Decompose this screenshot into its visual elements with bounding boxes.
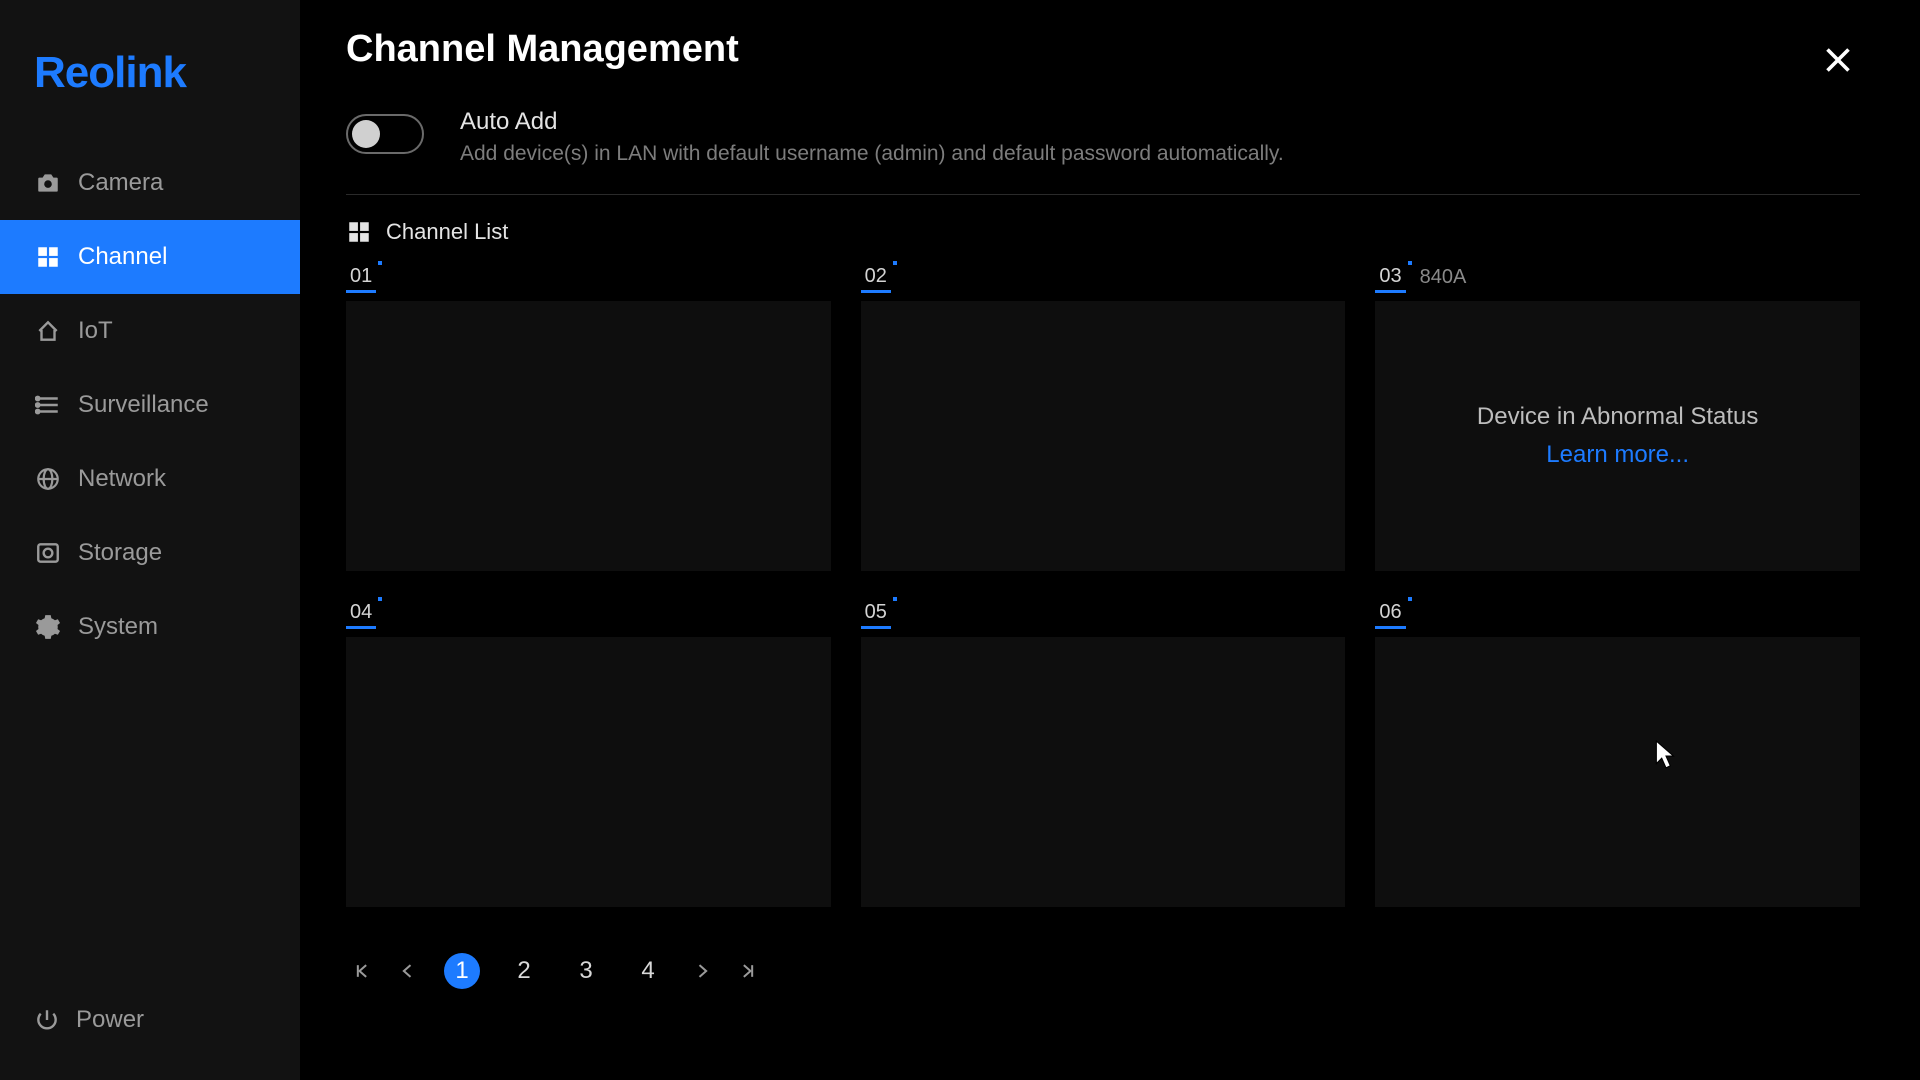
channel-number-badge[interactable]: 01 xyxy=(346,265,376,293)
channel-name-label: 840A xyxy=(1420,266,1467,293)
page-number-button[interactable]: 4 xyxy=(630,953,666,989)
sidebar-item-label: Camera xyxy=(78,169,163,197)
channel-preview[interactable] xyxy=(1375,637,1860,907)
pagination: 1234 xyxy=(346,953,1860,989)
sidebar-item-surveillance[interactable]: Surveillance xyxy=(0,368,300,442)
channel-number-badge[interactable]: 02 xyxy=(861,265,891,293)
channel-cell: 01 xyxy=(346,259,831,571)
sidebar-item-label: Network xyxy=(78,465,166,493)
sidebar-item-camera[interactable]: Camera xyxy=(0,146,300,220)
iot-icon xyxy=(34,317,62,345)
main-panel: Channel Management Auto Add Add device(s… xyxy=(300,0,1920,1080)
channel-cell: 03 840A Device in Abnormal Status Learn mor… xyxy=(1375,259,1860,571)
sidebar-item-label: Channel xyxy=(78,243,167,271)
close-icon xyxy=(1820,42,1856,78)
page-number-button[interactable]: 2 xyxy=(506,953,542,989)
page-prev-button[interactable] xyxy=(398,961,418,981)
channel-list-header: Channel List xyxy=(346,219,1860,245)
sidebar-item-label: Surveillance xyxy=(78,391,209,419)
sidebar-item-label: Storage xyxy=(78,539,162,567)
sidebar-item-channel[interactable]: Channel xyxy=(0,220,300,294)
learn-more-link[interactable]: Learn more... xyxy=(1546,441,1689,469)
auto-add-description: Add device(s) in LAN with default userna… xyxy=(460,142,1284,166)
channel-number-badge[interactable]: 06 xyxy=(1375,601,1405,629)
close-button[interactable] xyxy=(1816,38,1860,82)
sidebar: Reolink Camera Channel IoT Surveillance Netw… xyxy=(0,0,300,1080)
toggle-knob xyxy=(352,120,380,148)
channel-number-badge[interactable]: 04 xyxy=(346,601,376,629)
power-button[interactable]: Power xyxy=(0,980,300,1060)
channel-preview[interactable] xyxy=(346,637,831,907)
power-label: Power xyxy=(76,1006,144,1034)
page-number-button[interactable]: 1 xyxy=(444,953,480,989)
power-icon xyxy=(34,1007,60,1033)
channel-icon xyxy=(34,243,62,271)
channel-cell: 06 xyxy=(1375,595,1860,907)
channel-preview[interactable]: Device in Abnormal Status Learn more... xyxy=(1375,301,1860,571)
page-first-button[interactable] xyxy=(352,961,372,981)
channel-cell: 02 xyxy=(861,259,1346,571)
chevron-right-icon xyxy=(692,961,712,981)
channel-cell: 05 xyxy=(861,595,1346,907)
channel-list-title: Channel List xyxy=(386,219,508,245)
chevron-first-icon xyxy=(352,961,372,981)
auto-add-toggle[interactable] xyxy=(346,114,424,154)
sidebar-item-network[interactable]: Network xyxy=(0,442,300,516)
auto-add-title: Auto Add xyxy=(460,108,1284,136)
sidebar-item-iot[interactable]: IoT xyxy=(0,294,300,368)
sidebar-item-label: System xyxy=(78,613,158,641)
camera-icon xyxy=(34,169,62,197)
channel-number-badge[interactable]: 03 xyxy=(1375,265,1405,293)
page-title: Channel Management xyxy=(346,28,739,71)
channel-cell: 04 xyxy=(346,595,831,907)
chevron-left-icon xyxy=(398,961,418,981)
channel-preview[interactable] xyxy=(346,301,831,571)
chevron-last-icon xyxy=(738,961,758,981)
surveillance-icon xyxy=(34,391,62,419)
sidebar-item-system[interactable]: System xyxy=(0,590,300,664)
grid-icon xyxy=(346,219,372,245)
page-number-button[interactable]: 3 xyxy=(568,953,604,989)
channel-preview[interactable] xyxy=(861,637,1346,907)
storage-icon xyxy=(34,539,62,567)
page-next-button[interactable] xyxy=(692,961,712,981)
brand-logo: Reolink xyxy=(0,30,300,146)
abnormal-status-message: Device in Abnormal Status xyxy=(1477,403,1758,431)
channel-number-badge[interactable]: 05 xyxy=(861,601,891,629)
sidebar-item-label: IoT xyxy=(78,317,113,345)
channel-preview[interactable] xyxy=(861,301,1346,571)
network-icon xyxy=(34,465,62,493)
system-icon xyxy=(34,613,62,641)
sidebar-item-storage[interactable]: Storage xyxy=(0,516,300,590)
page-last-button[interactable] xyxy=(738,961,758,981)
